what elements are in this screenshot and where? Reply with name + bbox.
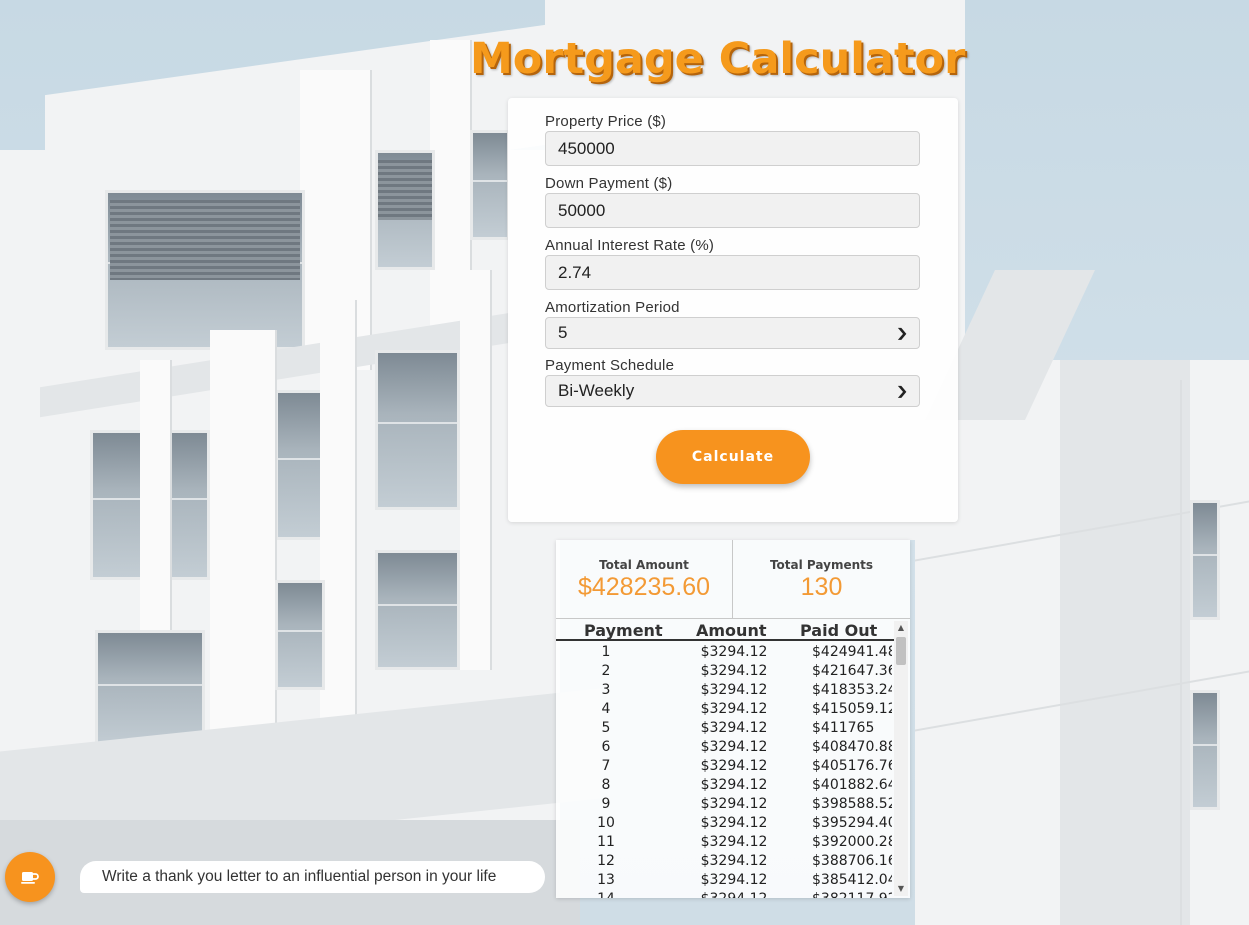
property-price-label: Property Price ($) bbox=[545, 113, 667, 130]
page-title: Mortgage Calculator bbox=[470, 34, 966, 84]
payment-number-cell: 11 bbox=[597, 834, 615, 850]
total-payments-label: Total Payments bbox=[769, 558, 874, 572]
paid-out-cell: $424941.48 bbox=[812, 644, 892, 660]
scroll-up-arrow-icon[interactable]: ▲ bbox=[894, 621, 908, 635]
column-header-paid-out: Paid Out bbox=[800, 621, 878, 640]
table-row: 11 $3294.12 $392000.28 bbox=[556, 833, 892, 852]
table-row: 8 $3294.12 $401882.64 bbox=[556, 776, 892, 795]
payment-amount-cell: $3294.12 bbox=[700, 663, 768, 679]
prompt-text: Write a thank you letter to an influenti… bbox=[102, 868, 497, 885]
payment-number-cell: 7 bbox=[601, 758, 611, 774]
amortization-selected: 5 bbox=[558, 323, 568, 342]
total-payments-stat: Total Payments 130 bbox=[733, 540, 910, 618]
paid-out-cell: $388706.16 bbox=[812, 853, 892, 869]
paid-out-cell: $421647.36 bbox=[812, 663, 892, 679]
payment-number-cell: 5 bbox=[601, 720, 611, 736]
paid-out-cell: $385412.04 bbox=[812, 872, 892, 888]
payment-schedule-selected: Bi-Weekly bbox=[558, 381, 635, 400]
coffee-icon bbox=[21, 872, 39, 884]
payment-amount-cell: $3294.12 bbox=[700, 720, 768, 736]
payment-amount-cell: $3294.12 bbox=[700, 834, 768, 850]
interest-rate-value: 2.74 bbox=[558, 262, 592, 282]
payment-amount-cell: $3294.12 bbox=[700, 758, 768, 774]
paid-out-cell: $415059.12 bbox=[812, 701, 892, 717]
coffee-button[interactable] bbox=[5, 852, 55, 902]
payment-number-cell: 13 bbox=[597, 872, 615, 888]
table-row: 3 $3294.12 $418353.24 bbox=[556, 681, 892, 700]
payment-number-cell: 2 bbox=[601, 663, 611, 679]
total-payments-value: 130 bbox=[800, 573, 843, 601]
table-row: 7 $3294.12 $405176.76 bbox=[556, 757, 892, 776]
table-row: 9 $3294.12 $398588.52 bbox=[556, 795, 892, 814]
paid-out-cell: $408470.88 bbox=[812, 739, 892, 755]
paid-out-cell: $401882.64 bbox=[812, 777, 892, 793]
total-amount-stat: Total Amount $428235.60 bbox=[556, 540, 732, 618]
payment-number-cell: 10 bbox=[597, 815, 615, 831]
payment-amount-cell: $3294.12 bbox=[700, 815, 768, 831]
payment-schedule-label: Payment Schedule bbox=[545, 357, 675, 374]
payment-number-cell: 12 bbox=[597, 853, 615, 869]
paid-out-cell: $405176.76 bbox=[812, 758, 892, 774]
interest-rate-input[interactable]: 2.74 bbox=[545, 255, 920, 290]
scroll-thumb[interactable] bbox=[896, 637, 906, 665]
column-header-amount: Amount bbox=[696, 621, 767, 640]
chevron-down-icon: ❯ bbox=[895, 384, 909, 398]
total-amount-label: Total Amount bbox=[599, 558, 689, 572]
paid-out-cell: $395294.40 bbox=[812, 815, 892, 831]
total-amount-value: $428235.60 bbox=[577, 573, 711, 601]
payment-amount-cell: $3294.12 bbox=[700, 739, 768, 755]
amortization-label: Amortization Period bbox=[545, 299, 680, 316]
interest-rate-label: Annual Interest Rate (%) bbox=[545, 237, 715, 254]
table-row: 6 $3294.12 $408470.88 bbox=[556, 738, 892, 757]
payment-amount-cell: $3294.12 bbox=[700, 872, 768, 888]
paid-out-cell: $411765 bbox=[812, 720, 875, 736]
payment-schedule-table[interactable]: Payment Amount Paid Out 1 $3294.12 $424941… bbox=[556, 619, 910, 898]
payment-number-cell: 6 bbox=[601, 739, 611, 755]
paid-out-cell: $392000.28 bbox=[812, 834, 892, 850]
down-payment-input[interactable]: 50000 bbox=[545, 193, 920, 228]
down-payment-label: Down Payment ($) bbox=[545, 175, 673, 192]
payment-schedule-select[interactable]: Bi-Weekly ❯ bbox=[545, 375, 920, 407]
payment-amount-cell: $3294.12 bbox=[684, 891, 784, 898]
down-payment-value: 50000 bbox=[558, 200, 606, 220]
payment-amount-cell: $3294.12 bbox=[700, 682, 768, 698]
payment-amount-cell: $3294.12 bbox=[700, 796, 768, 812]
table-row: 10 $3294.12 $395294.40 bbox=[556, 814, 892, 833]
table-row: 5 $3294.12 $411765 bbox=[556, 719, 892, 738]
payment-number-cell: 9 bbox=[601, 796, 611, 812]
payment-amount-cell: $3294.12 bbox=[700, 644, 768, 660]
chevron-down-icon: ❯ bbox=[895, 326, 909, 340]
property-price-input[interactable]: 450000 bbox=[545, 131, 920, 166]
mortgage-form: Property Price ($) 450000 Down Payment (… bbox=[508, 98, 958, 522]
table-body: 1 $3294.12 $424941.48 2 $3294.12 $421647.36 3 $… bbox=[556, 643, 892, 898]
scroll-down-arrow-icon[interactable]: ▼ bbox=[894, 882, 908, 896]
prompt-suggestion[interactable]: Write a thank you letter to an influenti… bbox=[80, 861, 545, 893]
payment-number-cell: 1 bbox=[601, 644, 611, 660]
table-row: 2 $3294.12 $421647.36 bbox=[556, 662, 892, 681]
payment-amount-cell: $3294.12 bbox=[700, 853, 768, 869]
payment-amount-cell: $3294.12 bbox=[700, 777, 768, 793]
table-scrollbar[interactable]: ▲ ▼ bbox=[894, 621, 908, 896]
payment-number-cell: 3 bbox=[601, 682, 611, 698]
payment-amount-cell: $3294.12 bbox=[700, 701, 768, 717]
payment-number-cell: 14 bbox=[556, 891, 656, 898]
paid-out-cell: $382117.92 bbox=[812, 891, 892, 898]
column-header-payment: Payment bbox=[584, 621, 663, 640]
table-row: 12 $3294.12 $388706.16 bbox=[556, 852, 892, 871]
amortization-select[interactable]: 5 ❯ bbox=[545, 317, 920, 349]
table-header: Payment Amount Paid Out bbox=[556, 619, 894, 641]
table-row: 4 $3294.12 $415059.12 bbox=[556, 700, 892, 719]
table-row: 13 $3294.12 $385412.04 bbox=[556, 871, 892, 890]
results-panel: Total Amount $428235.60 Total Payments 1… bbox=[556, 540, 910, 898]
paid-out-cell: $398588.52 bbox=[812, 796, 892, 812]
property-price-value: 450000 bbox=[558, 138, 615, 158]
calculate-button[interactable]: Calculate bbox=[656, 430, 810, 484]
table-row: 14 $3294.12 $382117.92 bbox=[556, 890, 892, 898]
paid-out-cell: $418353.24 bbox=[812, 682, 892, 698]
payment-number-cell: 8 bbox=[601, 777, 611, 793]
table-row: 1 $3294.12 $424941.48 bbox=[556, 643, 892, 662]
payment-number-cell: 4 bbox=[601, 701, 611, 717]
